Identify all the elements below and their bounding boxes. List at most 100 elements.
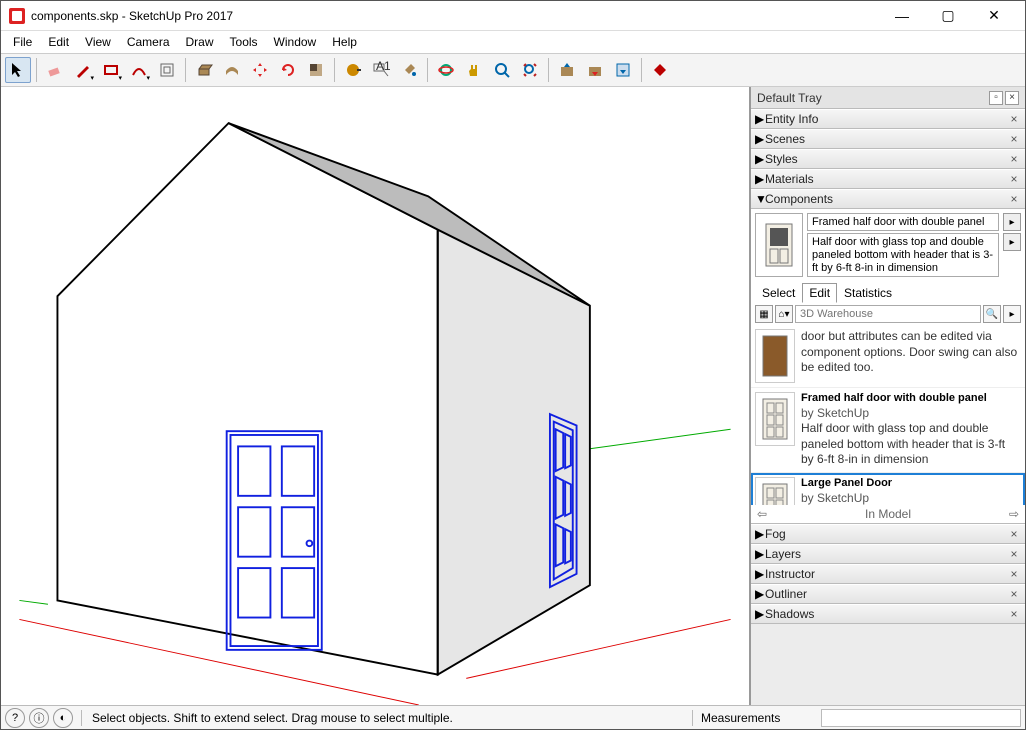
panel-scenes[interactable]: ▶Scenes× <box>751 129 1025 149</box>
menu-draw[interactable]: Draw <box>178 33 222 51</box>
search-input[interactable] <box>795 305 981 323</box>
menu-help[interactable]: Help <box>324 33 365 51</box>
panel-label: Instructor <box>765 567 1007 581</box>
tape-measure-button[interactable] <box>340 57 366 83</box>
chevron-right-icon: ▶ <box>755 607 765 621</box>
scale-button[interactable] <box>303 57 329 83</box>
tray-empty-area <box>751 624 1025 705</box>
component-thumb-icon <box>755 477 795 505</box>
close-button[interactable]: ✕ <box>971 1 1017 31</box>
push-pull-button[interactable] <box>191 57 217 83</box>
component-desc-input[interactable]: Half door with glass top and double pane… <box>807 233 999 277</box>
nav-prev-icon[interactable]: ⇦ <box>757 507 767 521</box>
panel-layers[interactable]: ▶Layers× <box>751 544 1025 564</box>
viewport-3d[interactable] <box>1 87 750 705</box>
menubar: FileEditViewCameraDrawToolsWindowHelp <box>1 31 1025 53</box>
panel-materials[interactable]: ▶Materials× <box>751 169 1025 189</box>
profile-icon[interactable]: ◐ <box>53 708 73 728</box>
panel-close-icon[interactable]: × <box>1007 152 1021 166</box>
tray-titlebar[interactable]: Default Tray ▫ × <box>751 87 1025 109</box>
chevron-right-icon: ▶ <box>755 587 765 601</box>
share-model-button[interactable] <box>582 57 608 83</box>
panel-close-icon[interactable]: × <box>1007 172 1021 186</box>
panel-label: Layers <box>765 547 1007 561</box>
eraser-button[interactable] <box>42 57 68 83</box>
panel-close-icon[interactable]: × <box>1007 132 1021 146</box>
orbit-button[interactable] <box>433 57 459 83</box>
panel-close-icon[interactable]: × <box>1007 607 1021 621</box>
text-label-button[interactable]: A1 <box>368 57 394 83</box>
panel-close-icon[interactable]: × <box>1007 567 1021 581</box>
maximize-button[interactable]: ▢ <box>925 1 971 31</box>
nav-next-icon[interactable]: ⇨ <box>1009 507 1019 521</box>
component-item[interactable]: Large Panel Doorby SketchUpRaised panel … <box>751 473 1025 505</box>
rotate-button[interactable] <box>275 57 301 83</box>
component-list: door but attributes can be edited via co… <box>751 325 1025 505</box>
menu-view[interactable]: View <box>77 33 119 51</box>
tab-statistics[interactable]: Statistics <box>837 283 899 303</box>
component-item[interactable]: Framed half door with double panelby Ske… <box>751 388 1025 473</box>
chevron-right-icon: ▶ <box>755 567 765 581</box>
ruby-console-button[interactable] <box>647 57 673 83</box>
search-go-button[interactable]: ▸ <box>1003 305 1021 323</box>
panel-fog[interactable]: ▶Fog× <box>751 524 1025 544</box>
path-extrude-button[interactable] <box>219 57 245 83</box>
search-icon[interactable]: 🔍 <box>983 305 1001 323</box>
pan-button[interactable] <box>461 57 487 83</box>
chevron-right-icon: ▶ <box>755 172 765 186</box>
paint-bucket-button[interactable] <box>396 57 422 83</box>
component-meta: door but attributes can be edited via co… <box>801 329 1021 383</box>
menu-tools[interactable]: Tools <box>222 33 266 51</box>
tray-pin-icon[interactable]: ▫ <box>989 91 1003 105</box>
component-item[interactable]: door but attributes can be edited via co… <box>751 325 1025 388</box>
zoom-extents-button[interactable] <box>517 57 543 83</box>
panel-styles[interactable]: ▶Styles× <box>751 149 1025 169</box>
geo-location-icon[interactable]: ? <box>5 708 25 728</box>
measurements-input[interactable] <box>821 709 1021 727</box>
panel-close-icon[interactable]: × <box>1007 547 1021 561</box>
menu-window[interactable]: Window <box>266 33 325 51</box>
tab-select[interactable]: Select <box>755 283 802 303</box>
home-button[interactable]: ⌂▾ <box>775 305 793 323</box>
minimize-button[interactable]: — <box>879 1 925 31</box>
panel-close-icon[interactable]: × <box>1007 527 1021 541</box>
menu-file[interactable]: File <box>5 33 40 51</box>
zoom-button[interactable] <box>489 57 515 83</box>
pencil-button[interactable]: ▾ <box>70 57 96 83</box>
panel-instructor[interactable]: ▶Instructor× <box>751 564 1025 584</box>
menu-edit[interactable]: Edit <box>40 33 77 51</box>
component-prev-button[interactable]: ▸ <box>1003 233 1021 251</box>
component-name-input[interactable] <box>807 213 999 231</box>
chevron-right-icon: ▶ <box>755 112 765 126</box>
rectangle-button[interactable]: ▾ <box>98 57 124 83</box>
select-arrow-button[interactable] <box>5 57 31 83</box>
panel-outliner[interactable]: ▶Outliner× <box>751 584 1025 604</box>
panel-close-icon[interactable]: × <box>1007 192 1021 206</box>
menu-camera[interactable]: Camera <box>119 33 178 51</box>
upload-model-button[interactable] <box>610 57 636 83</box>
credits-icon[interactable]: ⓘ <box>29 708 49 728</box>
offset-button[interactable] <box>154 57 180 83</box>
panel-label: Materials <box>765 172 1007 186</box>
get-models-button[interactable] <box>554 57 580 83</box>
panel-components[interactable]: ▼ Components × <box>751 189 1025 209</box>
component-thumb-icon <box>755 392 795 446</box>
panel-entity-info[interactable]: ▶Entity Info× <box>751 109 1025 129</box>
chevron-down-icon: ▼ <box>755 192 765 206</box>
panel-label: Fog <box>765 527 1007 541</box>
svg-text:A1: A1 <box>376 61 390 73</box>
main-toolbar: ▾▾▾A1 <box>1 53 1025 87</box>
tray-title-label: Default Tray <box>757 91 822 105</box>
tab-edit[interactable]: Edit <box>802 283 837 303</box>
details-view-button[interactable]: ▦ <box>755 305 773 323</box>
component-item-desc: door but attributes can be edited via co… <box>801 329 1017 374</box>
move-button[interactable] <box>247 57 273 83</box>
arc-button[interactable]: ▾ <box>126 57 152 83</box>
component-thumb-icon <box>755 329 795 383</box>
tray-close-icon[interactable]: × <box>1005 91 1019 105</box>
panel-close-icon[interactable]: × <box>1007 587 1021 601</box>
panel-shadows[interactable]: ▶Shadows× <box>751 604 1025 624</box>
panel-close-icon[interactable]: × <box>1007 112 1021 126</box>
chevron-right-icon: ▶ <box>755 152 765 166</box>
component-next-button[interactable]: ▸ <box>1003 213 1021 231</box>
